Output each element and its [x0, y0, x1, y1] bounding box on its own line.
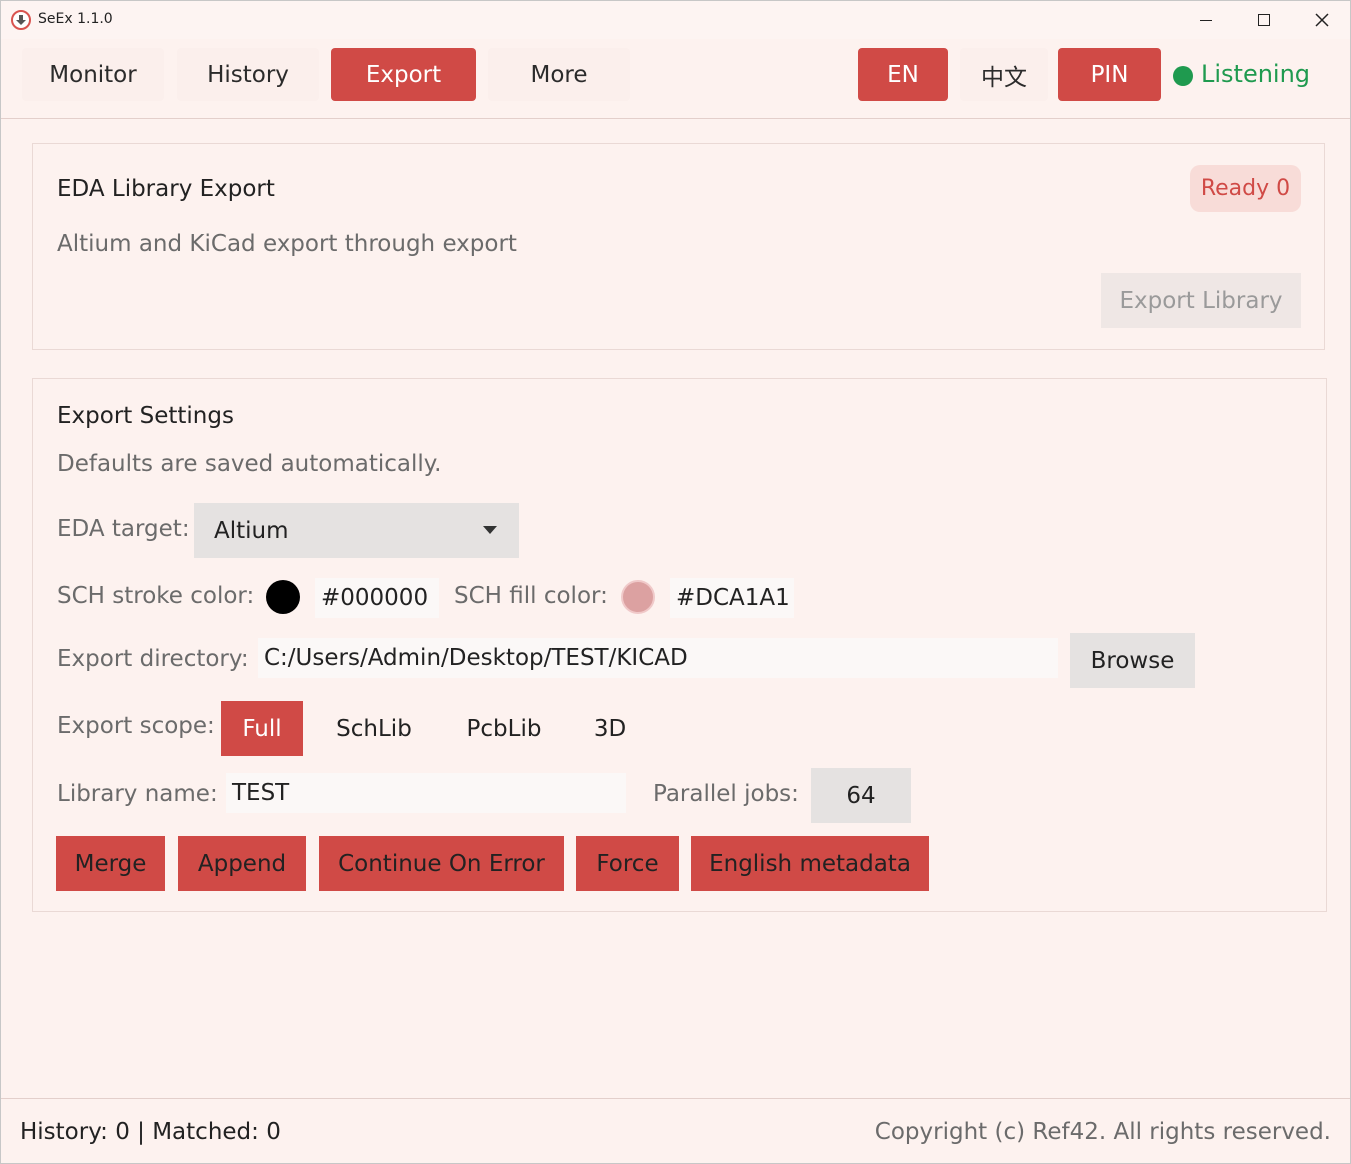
ready-badge: Ready 0	[1190, 165, 1301, 212]
settings-title: Export Settings	[57, 403, 234, 429]
status-dot-icon	[1173, 66, 1193, 86]
close-button[interactable]	[1293, 1, 1350, 39]
tab-history[interactable]: History	[177, 48, 319, 101]
footer-stats: History: 0 | Matched: 0	[20, 1119, 281, 1145]
force-toggle[interactable]: Force	[576, 836, 679, 891]
fill-color-field[interactable]: #DCA1A1	[670, 578, 794, 618]
eda-target-label: EDA target:	[57, 516, 190, 542]
footer-copyright: Copyright (c) Ref42. All rights reserved…	[874, 1119, 1331, 1145]
app-logo-icon	[11, 10, 31, 30]
maximize-button[interactable]	[1235, 1, 1293, 39]
merge-toggle[interactable]: Merge	[56, 836, 165, 891]
scope-schlib-button[interactable]: SchLib	[319, 701, 429, 756]
append-toggle[interactable]: Append	[178, 836, 306, 891]
status-text: Listening	[1201, 60, 1311, 88]
pin-button[interactable]: PIN	[1058, 48, 1161, 101]
stroke-color-swatch[interactable]	[266, 580, 300, 614]
maximize-icon	[1258, 14, 1270, 26]
title-bar: SeEx 1.1.0	[1, 1, 1350, 39]
window-title: SeEx 1.1.0	[38, 11, 113, 27]
stroke-color-label: SCH stroke color:	[57, 583, 255, 609]
minimize-icon	[1200, 19, 1212, 21]
parallel-jobs-field[interactable]: 64	[811, 768, 911, 823]
stroke-color-field[interactable]: #000000	[315, 578, 439, 618]
lang-en-button[interactable]: EN	[858, 48, 948, 101]
eda-target-value: Altium	[214, 517, 289, 544]
export-settings-card: Export Settings Defaults are saved autom…	[32, 378, 1327, 912]
settings-subtitle: Defaults are saved automatically.	[57, 451, 442, 477]
english-metadata-toggle[interactable]: English metadata	[691, 836, 929, 891]
library-name-label: Library name:	[57, 781, 218, 807]
eda-export-title: EDA Library Export	[57, 176, 275, 202]
export-scope-label: Export scope:	[57, 713, 215, 739]
app-window: SeEx 1.1.0 Monitor History Export More E…	[0, 0, 1351, 1164]
fill-color-swatch[interactable]	[621, 580, 655, 614]
eda-target-select[interactable]: Altium	[194, 503, 519, 558]
scope-pcblib-button[interactable]: PcbLib	[449, 701, 559, 756]
minimize-button[interactable]	[1177, 1, 1235, 39]
export-library-button[interactable]: Export Library	[1101, 273, 1301, 328]
top-nav: Monitor History Export More EN 中文 PIN Li…	[1, 39, 1350, 119]
fill-color-label: SCH fill color:	[454, 583, 608, 609]
chevron-down-icon	[483, 526, 497, 534]
eda-export-subtitle: Altium and KiCad export through export	[57, 231, 517, 257]
tab-more[interactable]: More	[488, 48, 630, 101]
lang-zh-button[interactable]: 中文	[960, 48, 1048, 101]
export-dir-field[interactable]: C:/Users/Admin/Desktop/TEST/KICAD	[258, 638, 1058, 678]
continue-on-error-toggle[interactable]: Continue On Error	[319, 836, 564, 891]
status-footer: History: 0 | Matched: 0 Copyright (c) Re…	[1, 1098, 1350, 1163]
close-icon	[1315, 13, 1329, 27]
scope-full-button[interactable]: Full	[221, 701, 303, 756]
export-dir-label: Export directory:	[57, 646, 249, 672]
tab-export[interactable]: Export	[331, 48, 476, 101]
browse-button[interactable]: Browse	[1070, 633, 1195, 688]
library-name-field[interactable]: TEST	[226, 773, 626, 813]
scope-3d-button[interactable]: 3D	[579, 701, 641, 756]
tab-monitor[interactable]: Monitor	[22, 48, 164, 101]
eda-export-card: EDA Library Export Altium and KiCad expo…	[32, 143, 1325, 350]
parallel-jobs-label: Parallel jobs:	[653, 781, 799, 807]
